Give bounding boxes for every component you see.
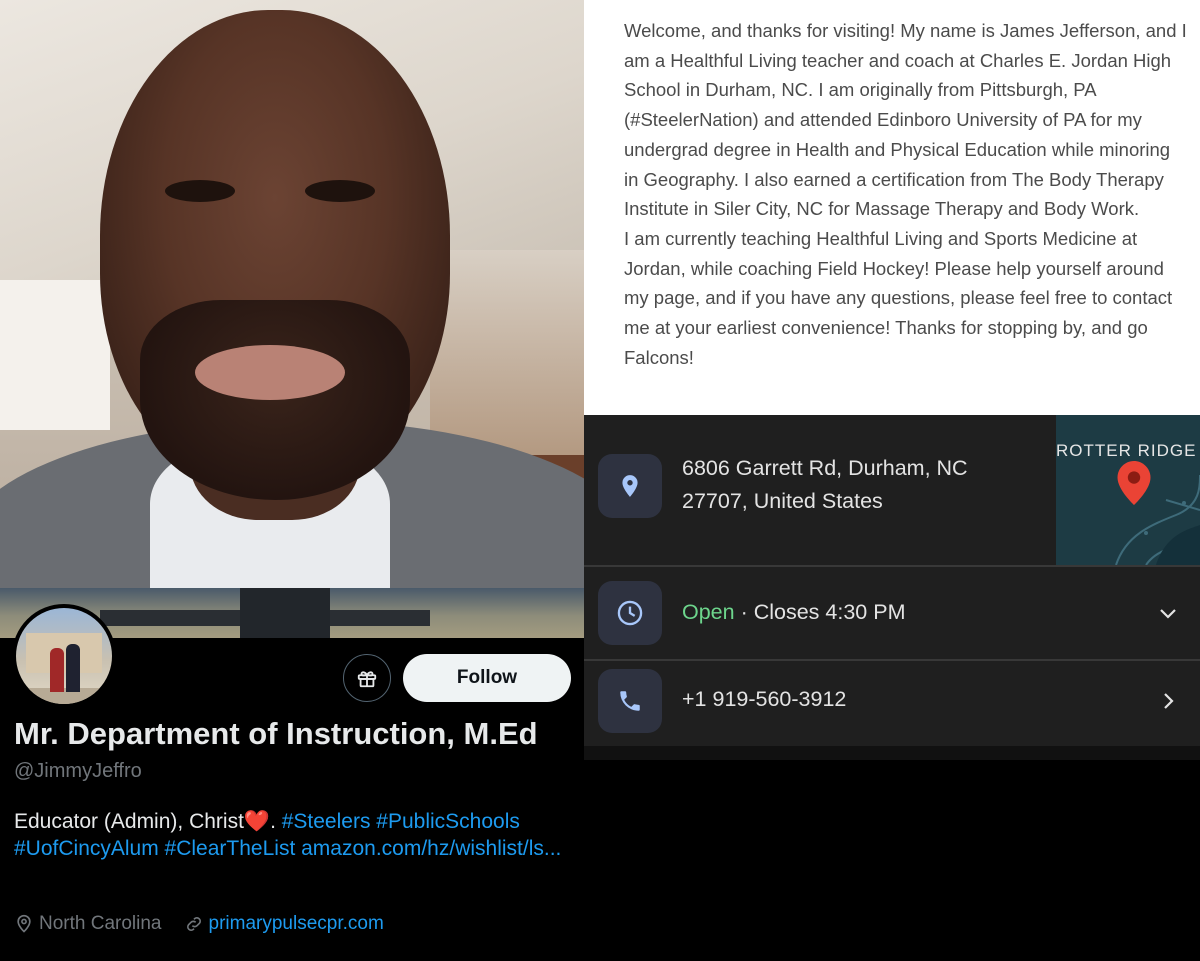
panel-footer-bar — [584, 746, 1200, 760]
location-icon — [17, 914, 31, 933]
profile-bio: Educator (Admin), Christ❤️. #Steelers #P… — [14, 808, 574, 862]
chevron-right-icon[interactable] — [1156, 689, 1180, 713]
profile-location: North Carolina — [39, 913, 162, 934]
hours-separator: · — [734, 600, 754, 624]
closing-time: Closes 4:30 PM — [753, 600, 906, 624]
clock-icon — [617, 600, 643, 626]
map-area-label: ROTTER RIDGE — [1056, 441, 1197, 460]
hours-text: Open · Closes 4:30 PM — [682, 596, 905, 629]
bio-text: Educator (Admin), Christ — [14, 810, 244, 833]
gift-button[interactable] — [343, 654, 391, 702]
address-text: 6806 Garrett Rd, Durham, NC 27707, Unite… — [682, 452, 1022, 518]
address-icon-box — [598, 454, 662, 518]
hours-row[interactable]: Open · Closes 4:30 PM — [584, 567, 1200, 659]
link-icon — [186, 917, 201, 931]
phone-number: +1 919-560-3912 — [682, 687, 847, 711]
phone-row[interactable]: +1 919-560-3912 — [584, 661, 1200, 746]
map-pin-icon — [1117, 461, 1151, 505]
address-line-2: 27707, United States — [682, 489, 883, 513]
address-row[interactable]: 6806 Garrett Rd, Durham, NC 27707, Unite… — [584, 415, 1200, 565]
location-pin-icon — [622, 475, 638, 497]
bio-text-after: . — [270, 810, 282, 833]
about-text: Welcome, and thanks for visiting! My nam… — [624, 20, 1187, 368]
heart-emoji: ❤️ — [243, 810, 271, 833]
maps-info-panel: 6806 Garrett Rd, Durham, NC 27707, Unite… — [584, 415, 1200, 760]
profile-website-link[interactable]: primarypulsecpr.com — [209, 913, 384, 935]
gift-icon — [357, 671, 377, 688]
address-line-1: 6806 Garrett Rd, Durham, NC — [682, 456, 968, 480]
user-handle: @JimmyJeffro — [14, 760, 142, 782]
open-status: Open — [682, 600, 735, 624]
chevron-down-icon[interactable] — [1156, 601, 1180, 625]
profile-meta: North Carolina primarypulsecpr.com — [14, 910, 384, 938]
bio-wishlist-link[interactable]: amazon.com/hz/wishlist/ls... — [301, 837, 561, 860]
map-thumbnail[interactable]: ROTTER RIDGE — [1056, 415, 1200, 565]
display-name: Mr. Department of Instruction, M.Ed — [14, 716, 538, 751]
profile-photo — [0, 0, 584, 588]
phone-icon — [620, 691, 640, 711]
phone-icon-box — [598, 669, 662, 733]
hours-icon-box — [598, 581, 662, 645]
empty-area — [584, 760, 1200, 961]
avatar[interactable] — [12, 604, 116, 708]
about-panel: Welcome, and thanks for visiting! My nam… — [584, 0, 1200, 415]
follow-button[interactable]: Follow — [403, 654, 571, 702]
